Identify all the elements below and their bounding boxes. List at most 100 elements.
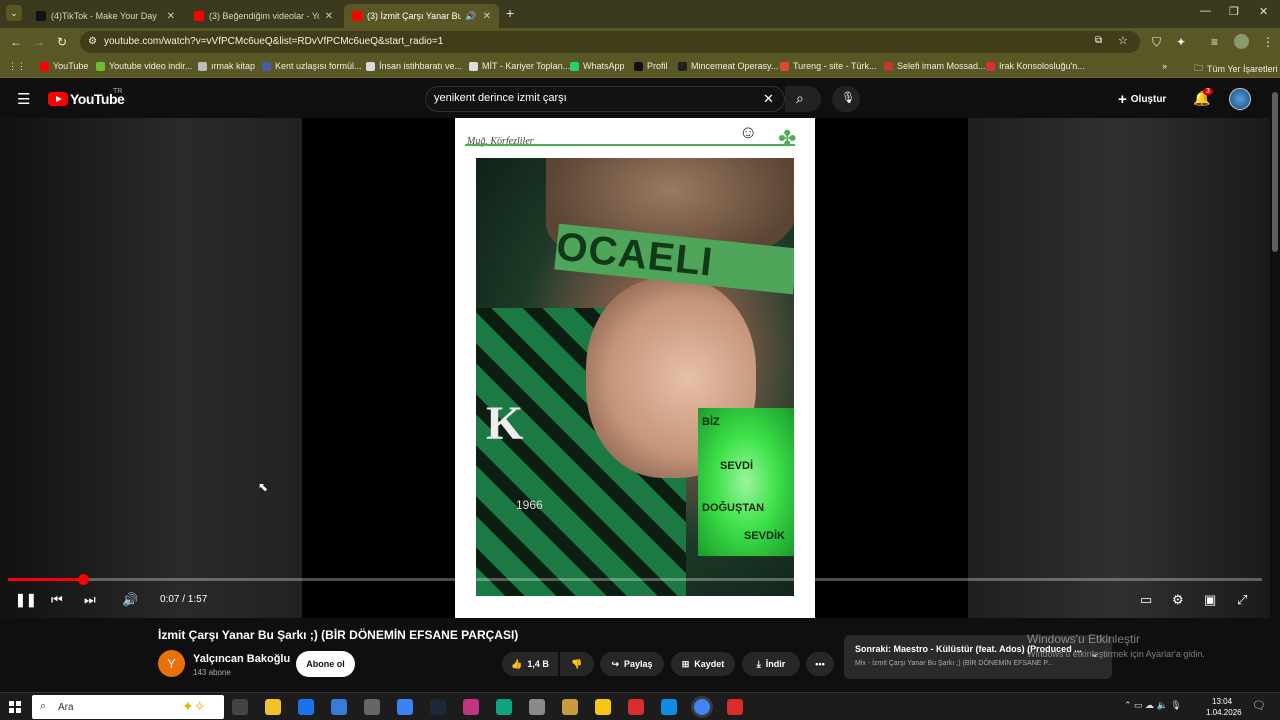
- tab-tiktok[interactable]: (4)TikTok - Make Your Day ✕: [28, 4, 183, 28]
- extensions-icon[interactable]: ✦: [1176, 35, 1186, 49]
- bookmark-profil[interactable]: Profil: [634, 61, 668, 71]
- bookmark-irmak-kitap[interactable]: ırmak kitap: [198, 61, 255, 71]
- bookmark-kent-uzlasisi[interactable]: Kent uzlaşısı formül...: [262, 61, 362, 71]
- search-button[interactable]: ⌕: [785, 86, 821, 112]
- windows-start-icon[interactable]: [9, 701, 21, 713]
- close-window-icon[interactable]: ✕: [1259, 5, 1268, 18]
- video-photo: OCAELI K 1966 BİZ SEVDİ DOĞUŞTAN SEVDİK: [476, 158, 794, 596]
- speaker-icon[interactable]: 🔊: [465, 11, 476, 22]
- voice-search-button[interactable]: 🎙: [832, 86, 860, 112]
- chrome-icon[interactable]: [694, 699, 710, 715]
- notifications-center-icon[interactable]: 🗨: [1252, 699, 1266, 712]
- minimize-icon[interactable]: —: [1200, 5, 1211, 17]
- create-button[interactable]: + Oluştur: [1118, 88, 1166, 110]
- browser-tab-strip: ⌄ (4)TikTok - Make Your Day ✕ (3) Beğend…: [0, 0, 1280, 28]
- bookmark-irak-konsoloslugu[interactable]: Irak Konsolosluğu'n...: [986, 61, 1085, 71]
- more-actions-button[interactable]: •••: [806, 652, 834, 676]
- bookmark-video-download[interactable]: Youtube video indir...: [96, 61, 192, 71]
- clock-date[interactable]: 1.04.2026: [1206, 708, 1242, 717]
- dislike-button[interactable]: 👎: [560, 652, 594, 676]
- bookmark-selefi-imam[interactable]: Selefi imam Mossad...: [884, 61, 986, 71]
- edge-icon[interactable]: [661, 699, 677, 715]
- channel-avatar[interactable]: Y: [158, 650, 185, 677]
- subscribe-button[interactable]: Abone ol: [296, 651, 355, 677]
- close-tab-icon[interactable]: ✕: [483, 11, 491, 22]
- channel-name[interactable]: Yalçıncan Bakoğlu: [193, 653, 290, 665]
- tab-search-icon[interactable]: ⌄: [6, 5, 22, 21]
- page-scrollbar[interactable]: [1270, 80, 1280, 692]
- outlook-icon[interactable]: [298, 699, 314, 715]
- new-tab-button[interactable]: +: [506, 5, 514, 21]
- region-code: TR: [113, 88, 123, 95]
- chatgpt-icon[interactable]: [496, 699, 512, 715]
- pause-icon[interactable]: ❚❚: [15, 592, 37, 608]
- instagram-icon[interactable]: [463, 699, 479, 715]
- system-tray-icons[interactable]: ⌃ ▭ ☁ 🔈 🎙: [1124, 700, 1182, 711]
- download-button[interactable]: ⤓ İndir: [742, 652, 800, 676]
- volume-icon[interactable]: 🔊: [122, 592, 138, 608]
- remote-icon[interactable]: [397, 699, 413, 715]
- site-info-icon[interactable]: ⚙: [88, 36, 97, 47]
- clock-time[interactable]: 13:04: [1212, 697, 1232, 706]
- reload-icon[interactable]: ↻: [57, 35, 67, 49]
- clear-search-icon[interactable]: ✕: [763, 91, 774, 107]
- store-icon[interactable]: [331, 699, 347, 715]
- theater-mode-icon[interactable]: ▣: [1204, 592, 1216, 608]
- task-view-icon[interactable]: [232, 699, 248, 715]
- url-text[interactable]: youtube.com/watch?v=vVfPCMc6ueQ&list=RDv…: [104, 36, 443, 47]
- settings-icon[interactable]: [364, 699, 380, 715]
- back-icon[interactable]: ←: [10, 35, 22, 49]
- bookmark-tureng[interactable]: Tureng - site - Türk...: [780, 61, 877, 71]
- bookmark-star-icon[interactable]: ☆: [1118, 34, 1128, 47]
- fullscreen-icon[interactable]: ⤢: [1237, 592, 1247, 608]
- scrollbar-thumb[interactable]: [1272, 92, 1278, 252]
- plus-icon: +: [1118, 90, 1127, 108]
- settings-icon[interactable]: ⚙: [1172, 592, 1184, 608]
- bookmark-mincemeat[interactable]: Mincemeat Operasy...: [678, 61, 778, 71]
- like-button[interactable]: 👍 1,4 B: [502, 652, 558, 676]
- all-bookmarks[interactable]: 🗀 Tüm Yer İşaretleri: [1194, 61, 1278, 77]
- file-explorer-icon[interactable]: [265, 699, 281, 715]
- tab-current-video[interactable]: (3) İzmit Çarşı Yanar Bu Şarkı 🔊 ✕: [344, 4, 499, 28]
- search-input[interactable]: [434, 92, 754, 104]
- app-icon[interactable]: [529, 699, 545, 715]
- hamburger-menu-icon[interactable]: ☰: [17, 90, 30, 108]
- shield-extension-icon[interactable]: ⛉: [1152, 35, 1161, 50]
- share-button[interactable]: ↪ Paylaş: [600, 652, 664, 676]
- bookmarks-more-button[interactable]: »: [1162, 61, 1167, 71]
- bookmark-insan-istihbarati[interactable]: İnsan istihbaratı ve...: [366, 61, 462, 71]
- install-icon[interactable]: ⧉: [1095, 35, 1102, 46]
- overlay-line: BİZ: [702, 416, 720, 428]
- bookmark-youtube[interactable]: YouTube: [40, 61, 88, 71]
- search-box[interactable]: ✕: [425, 86, 785, 112]
- account-avatar[interactable]: [1229, 88, 1251, 110]
- bookmark-mit-kariyer[interactable]: MİT - Kariyer Toplan...: [469, 61, 570, 71]
- close-tab-icon[interactable]: ✕: [325, 11, 333, 22]
- video-player[interactable]: Muğ. Körfezliler ✤ ☺ OCAELI K 1966 BİZ S…: [0, 118, 1270, 618]
- steam-icon[interactable]: [430, 699, 446, 715]
- bookmark-whatsapp[interactable]: WhatsApp: [570, 61, 625, 71]
- profile-avatar[interactable]: [1234, 34, 1249, 49]
- menu-icon[interactable]: ⋮: [1262, 35, 1274, 49]
- discord-icon[interactable]: [628, 699, 644, 715]
- lol-icon[interactable]: [562, 699, 578, 715]
- vpn-icon[interactable]: [595, 699, 611, 715]
- close-tab-icon[interactable]: ✕: [167, 11, 175, 22]
- media-controls-icon[interactable]: ≡: [1211, 35, 1218, 49]
- forward-icon[interactable]: →: [33, 35, 45, 49]
- apps-icon[interactable]: ⋮⋮: [8, 61, 26, 72]
- tab-title: (3) Beğendiğim videolar - YouT: [209, 11, 319, 21]
- progress-bar[interactable]: [8, 574, 1262, 585]
- previous-icon[interactable]: ⏮: [51, 592, 63, 608]
- address-bar[interactable]: ⚙ youtube.com/watch?v=vVfPCMc6ueQ&list=R…: [80, 31, 1140, 53]
- share-label: Paylaş: [624, 659, 653, 669]
- taskbar-search[interactable]: ⌕ Ara ✦✧: [32, 695, 224, 719]
- tab-liked-videos[interactable]: (3) Beğendiğim videolar - YouT ✕: [186, 4, 341, 28]
- thumbs-up-icon: 👍: [511, 658, 523, 669]
- restore-icon[interactable]: ❐: [1229, 5, 1239, 18]
- subtitles-icon[interactable]: ▭: [1140, 592, 1152, 608]
- save-button[interactable]: ⊞ Kaydet: [671, 652, 735, 676]
- youtube-logo-icon[interactable]: [48, 92, 68, 106]
- next-icon[interactable]: ⏭: [84, 592, 96, 608]
- acrobat-icon[interactable]: [727, 699, 743, 715]
